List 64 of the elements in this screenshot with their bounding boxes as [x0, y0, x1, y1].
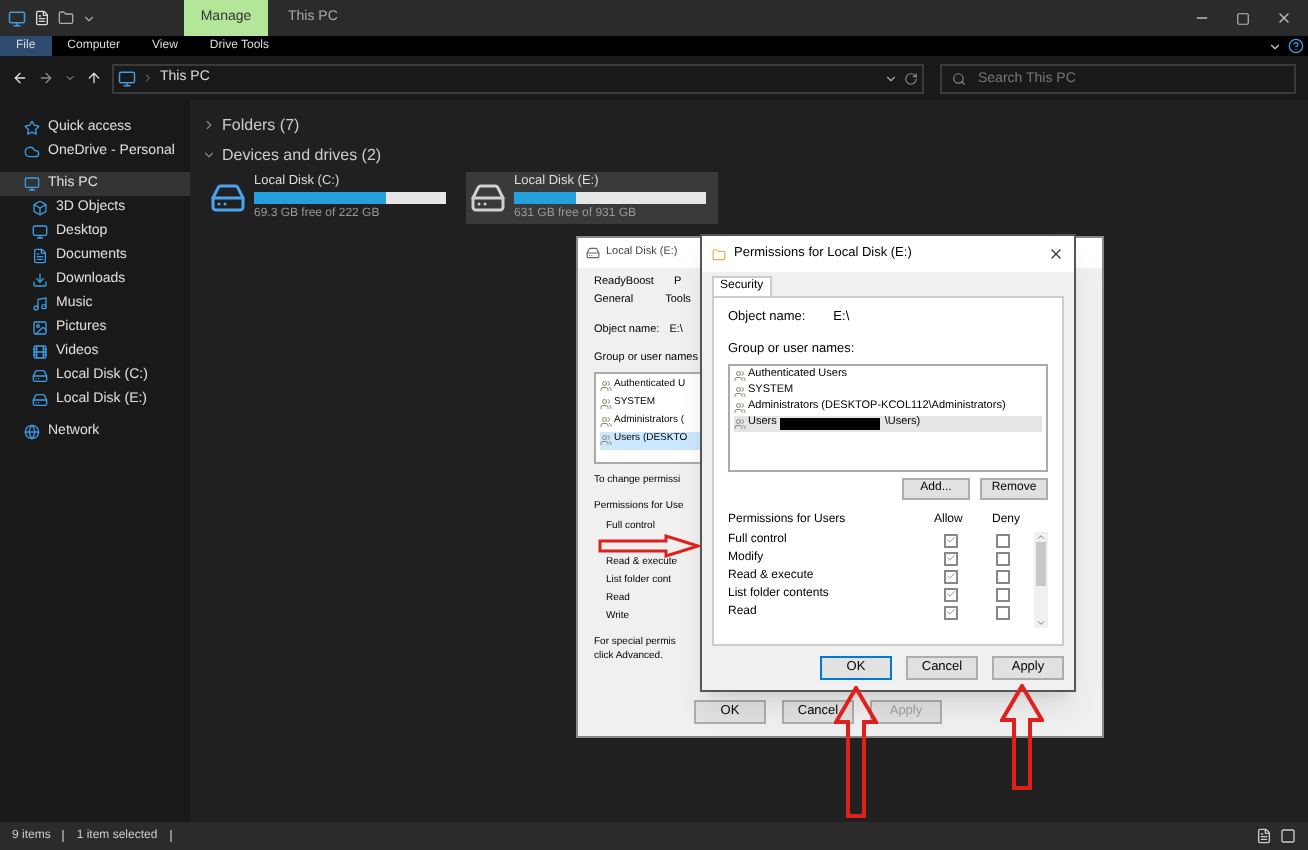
- document-icon: [32, 248, 48, 264]
- users-icon: [734, 417, 746, 429]
- help-icon[interactable]: [1288, 38, 1304, 54]
- users-icon: [600, 398, 612, 410]
- drive-icon: [470, 180, 506, 216]
- scroll-up-icon[interactable]: [1036, 531, 1046, 541]
- annotation-arrow: [1000, 684, 1044, 790]
- folder-icon: [712, 247, 726, 261]
- star-icon: [24, 120, 40, 136]
- checkbox[interactable]: [996, 551, 1010, 565]
- checkbox[interactable]: [944, 551, 958, 565]
- download-icon: [32, 272, 48, 288]
- users-icon: [734, 369, 746, 381]
- checkbox[interactable]: [944, 605, 958, 619]
- chevron-icon: [142, 72, 154, 84]
- cube-icon: [32, 200, 48, 216]
- film-icon: [32, 344, 48, 360]
- recent-locations-icon[interactable]: [64, 72, 76, 84]
- dropdown-icon[interactable]: [884, 71, 898, 85]
- users-icon: [734, 401, 746, 413]
- folder-icon[interactable]: [58, 10, 74, 26]
- drive-icon: [32, 368, 48, 384]
- system-drive-icon: [210, 180, 246, 216]
- checkbox[interactable]: [996, 605, 1010, 619]
- details-view-icon[interactable]: [1256, 828, 1272, 844]
- users-icon: [600, 416, 612, 428]
- group-header[interactable]: Devices and drives (2): [202, 142, 1308, 168]
- monitor-icon: [8, 9, 26, 27]
- monitor-icon: [118, 69, 136, 87]
- maximize-icon[interactable]: [1236, 11, 1250, 25]
- caret-icon[interactable]: [82, 11, 96, 25]
- cloud-icon: [24, 144, 40, 160]
- users-icon: [734, 385, 746, 397]
- scrollbar[interactable]: [1034, 531, 1048, 627]
- users-icon: [600, 434, 612, 446]
- checkbox[interactable]: [944, 569, 958, 583]
- picture-icon: [32, 320, 48, 336]
- search-icon: [952, 71, 966, 85]
- drive-icon: [32, 392, 48, 408]
- monitor-icon: [32, 224, 48, 240]
- checkbox[interactable]: [996, 587, 1010, 601]
- tiles-view-icon[interactable]: [1280, 828, 1296, 844]
- expand-ribbon-icon[interactable]: [1268, 39, 1282, 53]
- group-header[interactable]: Folders (7): [202, 112, 1308, 138]
- music-note-icon: [32, 296, 48, 312]
- checkbox[interactable]: [944, 533, 958, 547]
- document-icon[interactable]: [34, 10, 50, 26]
- checkbox[interactable]: [996, 533, 1010, 547]
- chevron-icon: [202, 118, 216, 132]
- checkbox[interactable]: [944, 587, 958, 601]
- users-icon: [600, 380, 612, 392]
- back-icon[interactable]: [12, 70, 28, 86]
- drive-icon: [586, 246, 600, 260]
- refresh-icon[interactable]: [904, 71, 918, 85]
- annotation-arrow: [834, 686, 878, 818]
- globe-icon: [24, 424, 40, 440]
- close-icon[interactable]: [1276, 10, 1292, 26]
- checkbox[interactable]: [996, 569, 1010, 583]
- annotation-arrow: [598, 534, 700, 558]
- up-icon[interactable]: [86, 70, 102, 86]
- forward-icon[interactable]: [38, 70, 54, 86]
- monitor-icon: [24, 176, 40, 192]
- close-icon[interactable]: [1048, 246, 1064, 262]
- chevron-icon: [202, 148, 216, 162]
